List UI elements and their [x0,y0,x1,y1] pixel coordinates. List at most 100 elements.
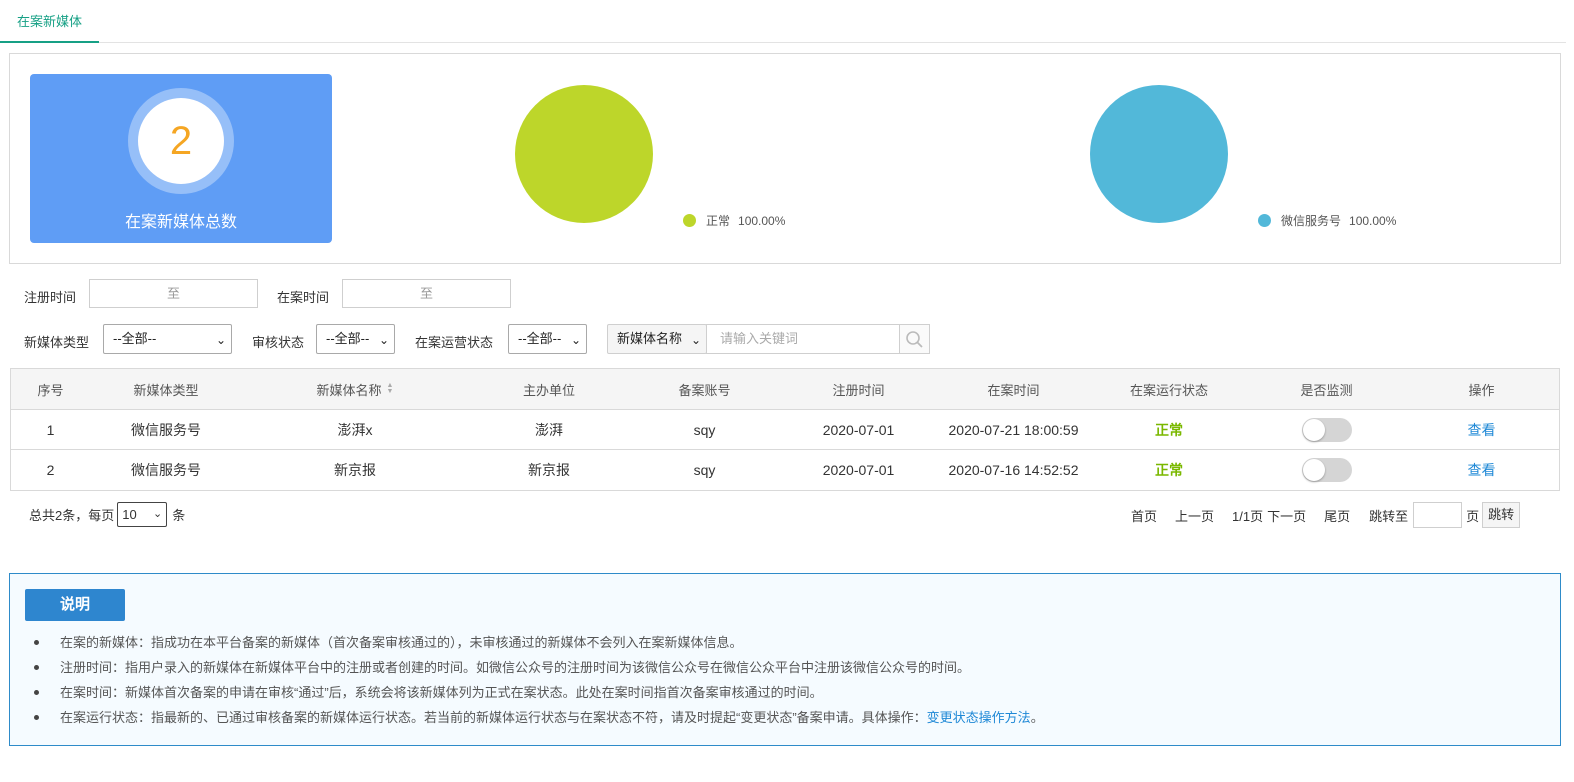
search-input[interactable]: 请输入关键词 [706,324,900,354]
table-header: 序号 新媒体类型 新媒体名称 ▲ ▼ 主办单位 备案账号 注册时间 在案时间 在案… [11,369,1559,410]
change-status-method-link[interactable]: 变更状态操作方法 [927,710,1031,725]
col-monitor: 是否监测 [1300,382,1353,398]
cell-name: 澎湃x [337,421,373,438]
cell-monitor [1249,450,1404,490]
page-size-select[interactable]: 10 ⌄ [117,502,168,527]
sort-icon[interactable]: ▲ ▼ [387,382,394,395]
record-time-range-input[interactable]: 至 [342,279,511,308]
cell-type: 微信服务号 [131,462,201,478]
cell-type: 微信服务号 [131,421,201,438]
reg-time-range-input[interactable]: 至 [89,279,258,308]
page-unit: 页 [1466,508,1480,524]
cell-no: 1 [46,421,55,438]
total-label: 在案新媒体总数 [124,214,237,231]
col-no: 序号 [37,382,64,398]
monitor-toggle[interactable] [1301,458,1352,482]
view-link[interactable]: 查看 [1404,450,1559,490]
next-page-link[interactable]: 下一页 [1267,506,1306,525]
status-pie-slice [515,85,653,223]
chevron-down-icon: ⌄ [570,333,581,347]
note-item: 在案的新媒体：指成功在本平台备案的新媒体（首次备案审核通过的），未审核通过的新媒… [33,630,1044,655]
audit-status-select[interactable]: --全部-- ⌄ [316,324,395,354]
col-org: 主办单位 [522,382,575,398]
audit-status-label: 审核状态 [252,335,305,350]
monitor-toggle[interactable] [1301,417,1352,442]
legend-label: 微信服务号 [1281,214,1342,228]
col-reg-time: 注册时间 [832,382,885,398]
note-item: 注册时间：指用户录入的新媒体在新媒体平台中的注册或者创建的时间。如微信公众号的注… [33,655,1044,680]
col-action: 操作 [1468,382,1495,398]
stats-panel: 2 在案新媒体总数 正常 100.00% 微信服务号 100.00% [9,53,1561,264]
cell-status: 正常 [1155,421,1183,438]
chevron-down-icon: ⌄ [215,333,226,347]
type-pie-legend: 微信服务号 100.00% [1258,212,1396,229]
col-status: 在案运行状态 [1129,382,1208,398]
notes-list: 在案的新媒体：指成功在本平台备案的新媒体（首次备案审核通过的），未审核通过的新媒… [33,630,1044,730]
col-name[interactable]: 新媒体名称 ▲ ▼ [242,369,468,409]
legend-label: 正常 [706,214,731,228]
media-type-label: 新媒体类型 [24,335,90,350]
select-value: --全部-- [518,331,562,346]
view-link[interactable]: 查看 [1404,410,1559,449]
last-page-link[interactable]: 尾页 [1324,506,1350,525]
media-type-select[interactable]: --全部-- ⌄ [103,324,232,354]
page-size-unit: 条 [172,508,186,523]
jump-page-input[interactable] [1413,502,1463,528]
table-row: 1 微信服务号 澎湃x 澎湃 sqy 2020-07-01 2020-07-21… [11,410,1559,450]
pagination-summary: 总共2条，每页 10 ⌄ 条 [29,502,185,527]
chevron-down-icon: ⌄ [153,508,163,520]
media-table: 序号 新媒体类型 新媒体名称 ▲ ▼ 主办单位 备案账号 注册时间 在案时间 在案… [10,368,1560,491]
cell-name: 新京报 [334,462,376,478]
jump-button[interactable]: 跳转 [1482,502,1521,528]
col-account: 备案账号 [678,382,731,398]
col-type: 新媒体类型 [133,382,199,398]
total-card: 2 在案新媒体总数 [30,74,332,243]
legend-percent: 100.00% [1349,213,1397,228]
toggle-knob [1302,418,1325,441]
cell-reg-time: 2020-07-01 [822,462,895,478]
notes-title: 说明 [25,589,125,621]
record-time-label: 在案时间 [277,290,330,305]
search-field-select[interactable]: 新媒体名称 ⌄ [607,324,707,354]
cell-org: 新京报 [528,462,570,478]
prev-page-link[interactable]: 上一页 [1175,506,1214,525]
type-pie-slice [1090,85,1228,223]
chevron-down-icon: ⌄ [690,333,701,347]
page-size-value: 10 [122,507,137,522]
cell-account: sqy [693,421,716,438]
note-item: 在案时间：新媒体首次备案的申请在审核“通过”后，系统会将该新媒体列为正式在案状态… [33,680,1044,705]
total-ring: 2 [128,88,234,194]
cell-status: 正常 [1155,462,1183,478]
col-name-label: 新媒体名称 [316,382,382,398]
table-row: 2 微信服务号 新京报 新京报 sqy 2020-07-01 2020-07-1… [11,450,1559,490]
page-info: 1/1页 [1232,508,1264,524]
chevron-down-icon: ⌄ [378,333,389,347]
status-pie-legend: 正常 100.00% [683,212,785,229]
select-value: 新媒体名称 [617,331,683,346]
search-icon [906,331,923,348]
legend-dot [1258,214,1271,227]
reg-time-label: 注册时间 [24,290,77,305]
cell-monitor [1249,410,1404,449]
col-record-time: 在案时间 [987,382,1040,398]
total-text: 总共2条，每页 [29,508,115,523]
total-count: 2 [138,98,224,184]
operate-status-select[interactable]: --全部-- ⌄ [508,324,587,354]
cell-account: sqy [693,462,716,478]
jump-label: 跳转至 [1369,508,1409,524]
cell-record-time: 2020-07-16 14:52:52 [948,462,1079,478]
toggle-knob [1302,459,1325,481]
note-item: 在案运行状态：指最新的、已通过审核备案的新媒体运行状态。若当前的新媒体运行状态与… [33,705,1044,730]
search-button[interactable] [899,324,930,354]
tab-record-media[interactable]: 在案新媒体 [0,0,99,43]
tab-bar: 在案新媒体 [0,0,1566,43]
first-page-link[interactable]: 首页 [1131,506,1157,525]
legend-percent: 100.00% [738,213,786,228]
cell-no: 2 [46,462,55,478]
cell-reg-time: 2020-07-01 [822,421,895,438]
pagination-controls: 首页 上一页 1/1页 下一页 尾页 跳转至 页 跳转 [1131,502,1521,528]
cell-org: 澎湃 [535,421,563,438]
cell-record-time: 2020-07-21 18:00:59 [948,421,1079,438]
select-value: --全部-- [113,331,157,346]
note-text: 在案运行状态：指最新的、已通过审核备案的新媒体运行状态。若当前的新媒体运行状态与… [60,710,927,725]
